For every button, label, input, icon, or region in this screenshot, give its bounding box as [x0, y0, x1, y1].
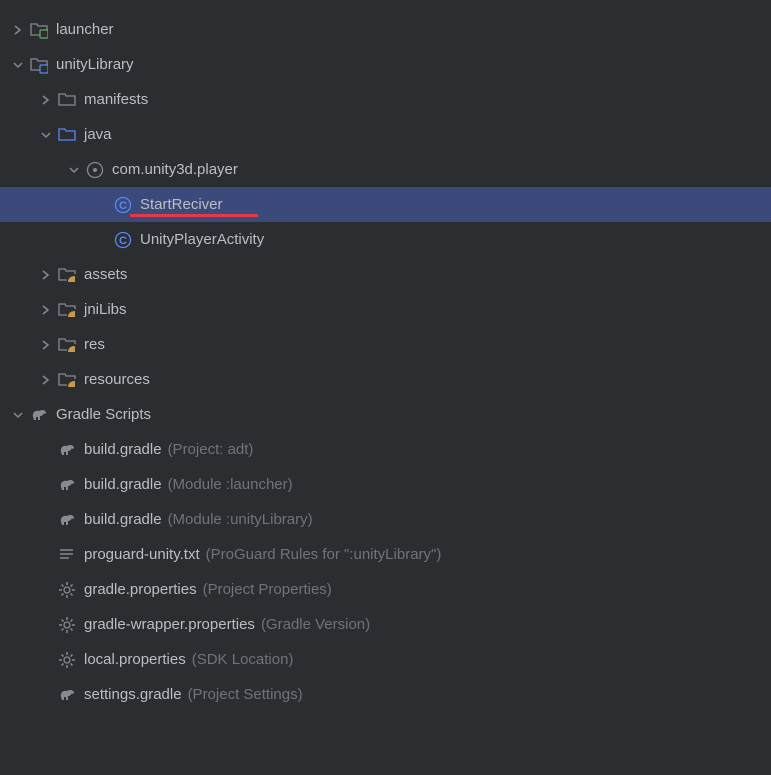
- tree-item-java[interactable]: java: [0, 117, 771, 152]
- gear-icon: [58, 581, 76, 599]
- item-hint: (Project: adt): [168, 441, 254, 458]
- module-folder-icon: [30, 21, 48, 39]
- item-label: unityLibrary: [56, 56, 134, 73]
- chevron-right-icon[interactable]: [38, 302, 54, 318]
- tree-item-unitylibrary[interactable]: unityLibrary: [0, 47, 771, 82]
- item-label: assets: [84, 266, 127, 283]
- gradle-icon: [58, 441, 76, 459]
- tree-item-build-gradle-project[interactable]: build.gradle (Project: adt): [0, 432, 771, 467]
- gear-icon: [58, 651, 76, 669]
- resource-folder-icon: [58, 301, 76, 319]
- chevron-spacer: [38, 687, 54, 703]
- tree-item-startreciver[interactable]: StartReciver: [0, 187, 771, 222]
- tree-item-unityplayeractivity[interactable]: UnityPlayerActivity: [0, 222, 771, 257]
- tree-item-settings-gradle[interactable]: settings.gradle (Project Settings): [0, 677, 771, 712]
- tree-item-res[interactable]: res: [0, 327, 771, 362]
- chevron-spacer: [38, 582, 54, 598]
- item-label: java: [84, 126, 112, 143]
- item-label: Gradle Scripts: [56, 406, 151, 423]
- chevron-spacer: [38, 442, 54, 458]
- chevron-spacer: [38, 652, 54, 668]
- item-hint: (Module :launcher): [168, 476, 293, 493]
- class-icon: [114, 231, 132, 249]
- tree-item-gradle-properties[interactable]: gradle.properties (Project Properties): [0, 572, 771, 607]
- chevron-down-icon[interactable]: [38, 127, 54, 143]
- resource-folder-icon: [58, 266, 76, 284]
- tree-item-build-gradle-launcher[interactable]: build.gradle (Module :launcher): [0, 467, 771, 502]
- item-label: build.gradle: [84, 476, 162, 493]
- tree-item-local-properties[interactable]: local.properties (SDK Location): [0, 642, 771, 677]
- tree-item-resources[interactable]: resources: [0, 362, 771, 397]
- resource-folder-icon: [58, 336, 76, 354]
- item-label: gradle-wrapper.properties: [84, 616, 255, 633]
- folder-icon: [58, 91, 76, 109]
- item-hint: (Project Properties): [203, 581, 332, 598]
- tree-item-assets[interactable]: assets: [0, 257, 771, 292]
- chevron-spacer: [94, 232, 110, 248]
- chevron-down-icon[interactable]: [10, 407, 26, 423]
- chevron-spacer: [94, 197, 110, 213]
- chevron-right-icon[interactable]: [38, 337, 54, 353]
- chevron-down-icon[interactable]: [10, 57, 26, 73]
- text-file-icon: [58, 546, 76, 564]
- item-label: UnityPlayerActivity: [140, 231, 264, 248]
- item-label: proguard-unity.txt: [84, 546, 200, 563]
- tree-item-launcher[interactable]: launcher: [0, 12, 771, 47]
- item-hint: (Project Settings): [188, 686, 303, 703]
- chevron-down-icon[interactable]: [66, 162, 82, 178]
- item-label: build.gradle: [84, 441, 162, 458]
- item-label: build.gradle: [84, 511, 162, 528]
- tree-item-jnilibs[interactable]: jniLibs: [0, 292, 771, 327]
- chevron-spacer: [38, 477, 54, 493]
- item-label: settings.gradle: [84, 686, 182, 703]
- chevron-spacer: [38, 547, 54, 563]
- item-label: launcher: [56, 21, 114, 38]
- item-hint: (SDK Location): [192, 651, 294, 668]
- gear-icon: [58, 616, 76, 634]
- chevron-right-icon[interactable]: [38, 372, 54, 388]
- gradle-icon: [58, 476, 76, 494]
- chevron-right-icon[interactable]: [38, 92, 54, 108]
- item-label: com.unity3d.player: [112, 161, 238, 178]
- source-folder-icon: [58, 126, 76, 144]
- tree-item-gradle-wrapper[interactable]: gradle-wrapper.properties (Gradle Versio…: [0, 607, 771, 642]
- tree-item-gradle-scripts[interactable]: Gradle Scripts: [0, 397, 771, 432]
- item-label: jniLibs: [84, 301, 127, 318]
- chevron-right-icon[interactable]: [10, 22, 26, 38]
- item-hint: (ProGuard Rules for ":unityLibrary"): [206, 546, 442, 563]
- chevron-spacer: [38, 617, 54, 633]
- item-label: local.properties: [84, 651, 186, 668]
- gradle-icon: [58, 686, 76, 704]
- tree-item-package[interactable]: com.unity3d.player: [0, 152, 771, 187]
- item-label: StartReciver: [140, 196, 223, 213]
- module-folder-icon: [30, 56, 48, 74]
- tree-item-proguard[interactable]: proguard-unity.txt (ProGuard Rules for "…: [0, 537, 771, 572]
- item-label: res: [84, 336, 105, 353]
- chevron-spacer: [38, 512, 54, 528]
- item-hint: (Module :unityLibrary): [168, 511, 313, 528]
- item-label: resources: [84, 371, 150, 388]
- gradle-icon: [30, 406, 48, 424]
- tree-item-build-gradle-unitylibrary[interactable]: build.gradle (Module :unityLibrary): [0, 502, 771, 537]
- package-icon: [86, 161, 104, 179]
- gradle-icon: [58, 511, 76, 529]
- item-hint: (Gradle Version): [261, 616, 370, 633]
- chevron-right-icon[interactable]: [38, 267, 54, 283]
- item-label: manifests: [84, 91, 148, 108]
- class-icon: [114, 196, 132, 214]
- resource-folder-icon: [58, 371, 76, 389]
- tree-item-manifests[interactable]: manifests: [0, 82, 771, 117]
- item-label: gradle.properties: [84, 581, 197, 598]
